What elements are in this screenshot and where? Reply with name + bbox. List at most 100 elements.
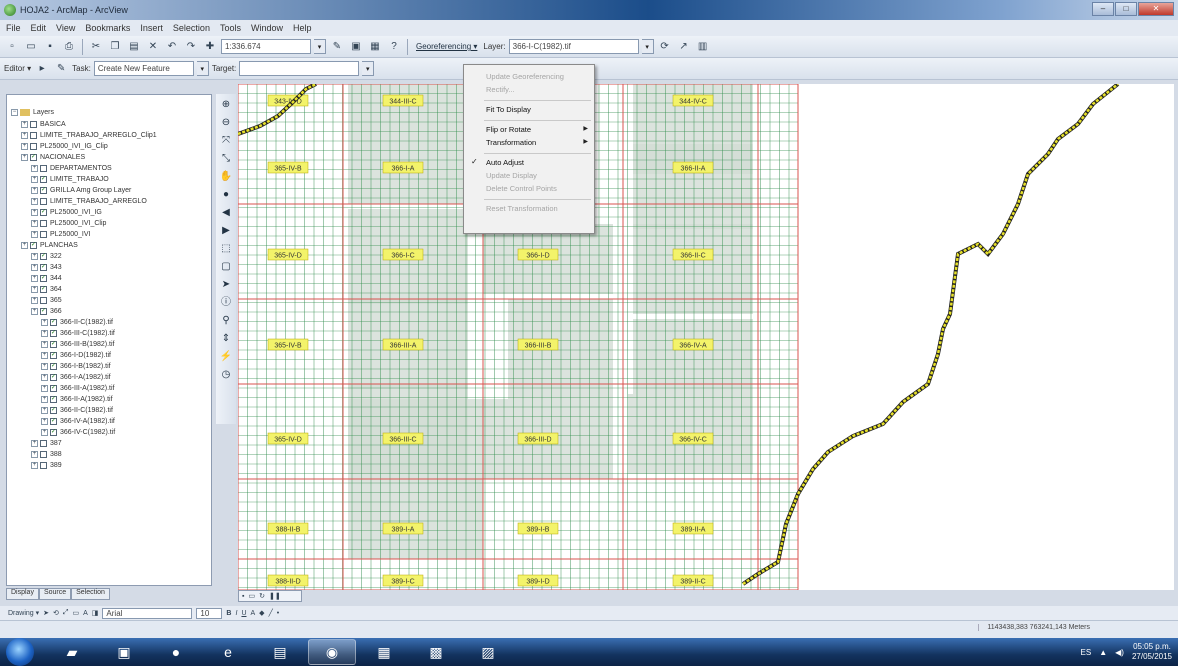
editor-menu-button[interactable]: Editor ▾ [4,64,31,73]
layer-checkbox[interactable] [40,462,47,469]
georef-menu-item[interactable]: Auto Adjust [486,157,524,168]
clock[interactable]: 05:05 p.m. 27/05/2015 [1132,642,1172,662]
bold-icon[interactable]: B [226,610,231,617]
expand-icon[interactable]: + [41,429,48,436]
toc-layer-item[interactable]: + DEPARTAMENTOS [31,163,112,174]
scale-combo[interactable]: 1:336.674 [221,39,311,54]
toc-layer-item[interactable]: + ✓ 366-I-B(1982).tif [41,361,111,372]
font-size-combo[interactable]: 10 [196,607,223,619]
layer-checkbox[interactable] [30,121,37,128]
toc-layer-item[interactable]: + PL25000_IVI [31,229,90,240]
zoom-whole-page-icon[interactable]: ⤢ [63,609,69,617]
georef-menu-item[interactable]: Fit To Display [486,104,531,115]
time-slider-icon[interactable]: ◷ [219,368,233,382]
rotate-element-icon[interactable]: ⟲ [53,609,59,617]
cut-icon[interactable]: ✂ [88,39,104,55]
font-combo[interactable]: Arial [102,607,193,619]
edit-tool-icon[interactable]: ▸ [34,61,50,77]
layer-checkbox[interactable] [40,198,47,205]
menu-selection[interactable]: Selection [173,23,210,33]
toc-layer-item[interactable]: + ✓ 366-II-A(1982).tif [41,394,113,405]
expand-icon[interactable]: + [21,121,28,128]
collapse-icon[interactable]: − [11,109,18,116]
expand-icon[interactable]: + [41,330,48,337]
toc-layer-item[interactable]: + ✓ 366-I-D(1982).tif [41,350,111,361]
rectangle-icon[interactable]: ▭ [73,609,80,617]
layer-checkbox[interactable]: ✓ [30,242,37,249]
measure-icon[interactable]: ⇕ [219,332,233,346]
find-icon[interactable]: ⚲ [219,314,233,328]
toc-layer-item[interactable]: +387 [31,438,62,449]
toc-layer-item[interactable]: + ✓ 366-I-A(1982).tif [41,372,111,383]
windows-taskbar-icon[interactable]: ▩ [412,639,460,665]
toc-layer-item[interactable]: + ✓ 364 [31,284,62,295]
layer-checkbox[interactable] [30,132,37,139]
select-elements-icon[interactable]: ➤ [219,278,233,292]
powerpoint-taskbar-icon[interactable]: ▨ [464,639,512,665]
expand-icon[interactable]: + [21,154,28,161]
explorer-taskbar-icon[interactable]: ▰ [48,639,96,665]
zoom-out-icon[interactable]: ⊖ [219,116,233,130]
layer-checkbox[interactable]: ✓ [50,363,57,370]
layer-checkbox[interactable]: ✓ [40,176,47,183]
toc-layer-item[interactable]: +389 [31,460,62,471]
expand-icon[interactable]: + [31,220,38,227]
expand-icon[interactable]: + [31,187,38,194]
layer-checkbox[interactable]: ✓ [50,319,57,326]
fixed-zoom-in-icon[interactable]: ⤧ [219,134,233,148]
hyperlink-icon[interactable]: ⚡ [219,350,233,364]
layer-checkbox[interactable] [40,297,47,304]
toc-layer-item[interactable]: + ✓ 344 [31,273,62,284]
layer-checkbox[interactable]: ✓ [40,308,47,315]
expand-icon[interactable]: + [41,341,48,348]
toc-layer-item[interactable]: + PL25000_IVI_Clip [31,218,106,229]
layer-checkbox[interactable]: ✓ [50,330,57,337]
menu-window[interactable]: Window [251,23,283,33]
ie-taskbar-icon[interactable]: e [204,639,252,665]
layer-checkbox[interactable]: ✓ [40,286,47,293]
expand-icon[interactable]: + [31,297,38,304]
layer-checkbox[interactable]: ✓ [50,352,57,359]
minimize-button[interactable]: – [1092,2,1114,16]
redo-icon[interactable]: ↷ [183,39,199,55]
expand-icon[interactable]: + [31,308,38,315]
expand-icon[interactable]: + [41,363,48,370]
sketch-tool-icon[interactable]: ✎ [53,61,69,77]
callout-icon[interactable]: ◨ [92,609,99,617]
expand-icon[interactable]: + [21,143,28,150]
menu-insert[interactable]: Insert [140,23,163,33]
expand-icon[interactable]: + [41,374,48,381]
menu-file[interactable]: File [6,23,21,33]
volume-icon[interactable]: ◀) [1115,648,1124,657]
layer-checkbox[interactable]: ✓ [50,341,57,348]
layer-checkbox[interactable]: ✓ [50,418,57,425]
menu-tools[interactable]: Tools [220,23,241,33]
data-view-icon[interactable]: ▪ [242,593,244,600]
expand-icon[interactable]: + [41,319,48,326]
command-line-icon[interactable]: ▦ [367,39,383,55]
add-control-points-icon[interactable]: ↗ [676,39,692,55]
toc-layer-item[interactable]: + ✓ PL25000_IVI_IG [31,207,102,218]
next-extent-icon[interactable]: ▶ [219,224,233,238]
expand-icon[interactable]: + [41,407,48,414]
layer-checkbox[interactable]: ✓ [50,407,57,414]
new-icon[interactable]: ▫ [4,39,20,55]
undo-icon[interactable]: ↶ [164,39,180,55]
expand-icon[interactable]: + [41,352,48,359]
tab-display[interactable]: Display [6,588,39,600]
identify-icon[interactable]: ⓘ [219,296,233,310]
pan-icon[interactable]: ✋ [219,170,233,184]
fixed-zoom-out-icon[interactable]: ⤡ [219,152,233,166]
toc-layer-item[interactable]: + ✓ 366-II-C(1982).tif [41,405,113,416]
expand-icon[interactable]: + [31,253,38,260]
paste-icon[interactable]: ▤ [126,39,142,55]
layer-checkbox[interactable]: ✓ [40,253,47,260]
expand-icon[interactable]: + [21,132,28,139]
open-icon[interactable]: ▭ [23,39,39,55]
clear-selection-icon[interactable]: ▢ [219,260,233,274]
tab-selection[interactable]: Selection [71,588,110,600]
expand-icon[interactable]: + [31,451,38,458]
expand-icon[interactable]: + [31,165,38,172]
georeferencing-menu-button[interactable]: Georeferencing ▾ [413,42,480,51]
underline-icon[interactable]: U [241,610,246,617]
